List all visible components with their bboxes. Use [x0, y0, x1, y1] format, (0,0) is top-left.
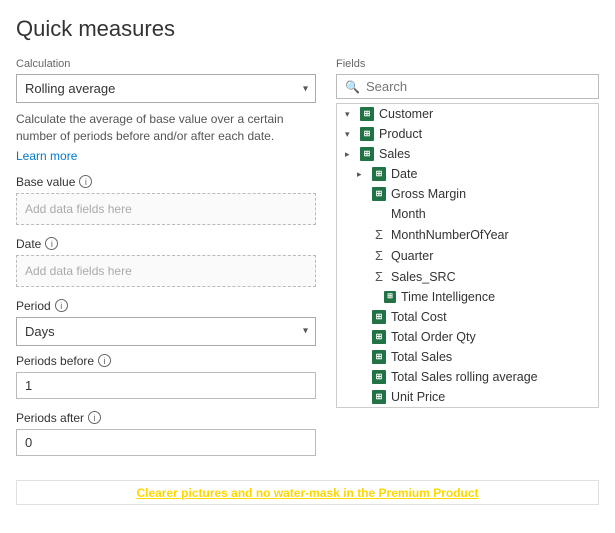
field-item-month[interactable]: Month: [337, 204, 598, 224]
period-info-icon[interactable]: i: [55, 299, 68, 312]
chevron-icon-date: ▸: [357, 169, 367, 180]
calculation-dropdown-wrapper: Rolling averageAverage per categoryWeigh…: [16, 74, 316, 103]
watermark-text: Clearer pictures and no water-mask in th…: [136, 486, 478, 500]
calculation-description: Calculate the average of base value over…: [16, 111, 316, 145]
left-panel: Calculation Rolling averageAverage per c…: [16, 58, 316, 468]
field-label-month_number: MonthNumberOfYear: [391, 228, 509, 242]
field-label-product: Product: [379, 127, 422, 141]
table-icon-sales: ⊞: [360, 147, 374, 161]
period-dropdown-wrapper: DaysWeeksMonthsYears ▾: [16, 317, 316, 346]
field-label-unit_price: Unit Price: [391, 390, 445, 404]
date-label-text: Date: [16, 237, 41, 251]
table-icon-date: ⊞: [372, 167, 386, 181]
periods-after-info-icon[interactable]: i: [88, 411, 101, 424]
chevron-icon-customer: ▾: [345, 109, 355, 120]
table-icon-gross_margin: ⊞: [372, 187, 386, 201]
periods-before-input[interactable]: [16, 372, 316, 399]
table-icon-total_sales: ⊞: [372, 350, 386, 364]
date-drop-field[interactable]: Add data fields here: [16, 255, 316, 287]
field-item-unit_price[interactable]: ⊞ Unit Price: [337, 387, 598, 407]
field-item-sales[interactable]: ▸ ⊞ Sales: [337, 144, 598, 164]
field-label-total_sales_rolling: Total Sales rolling average: [391, 370, 538, 384]
calculation-select[interactable]: Rolling averageAverage per categoryWeigh…: [16, 74, 316, 103]
field-label-sales_src: Sales_SRC: [391, 270, 456, 284]
field-label-total_sales: Total Sales: [391, 350, 452, 364]
date-info-icon[interactable]: i: [45, 237, 58, 250]
fields-search-box: 🔍: [336, 74, 599, 99]
right-panel: Fields 🔍 ▾ ⊞ Customer ▾ ⊞ Product ▸ ⊞ Sales ▸ ⊞ Dat…: [336, 58, 599, 468]
periods-before-section-label: Periods before i: [16, 354, 316, 368]
period-select[interactable]: DaysWeeksMonthsYears: [16, 317, 316, 346]
fields-list: ▾ ⊞ Customer ▾ ⊞ Product ▸ ⊞ Sales ▸ ⊞ Date ⊞ Gross M…: [336, 103, 599, 408]
calculation-label: Calculation: [16, 58, 316, 70]
learn-more-link[interactable]: Learn more: [16, 149, 316, 163]
field-item-total_sales_rolling[interactable]: ⊞ Total Sales rolling average: [337, 367, 598, 387]
base-value-drop-field[interactable]: Add data fields here: [16, 193, 316, 225]
periods-before-info-icon[interactable]: i: [98, 354, 111, 367]
period-label-text: Period: [16, 299, 51, 313]
sigma-icon-month_number: Σ: [372, 227, 386, 242]
base-value-info-icon[interactable]: i: [79, 175, 92, 188]
table-icon-total_cost: ⊞: [372, 310, 386, 324]
table-icon-unit_price: ⊞: [372, 390, 386, 404]
sigma-icon-sales_src: Σ: [372, 269, 386, 284]
chevron-icon-product: ▾: [345, 129, 355, 140]
field-item-month_number[interactable]: Σ MonthNumberOfYear: [337, 224, 598, 245]
fields-label: Fields: [336, 58, 599, 70]
small-table-icon-time_intelligence: ⊞: [384, 291, 396, 303]
field-label-total_cost: Total Cost: [391, 310, 447, 324]
field-label-customer: Customer: [379, 107, 433, 121]
period-section-label: Period i: [16, 299, 316, 313]
chevron-icon-sales: ▸: [345, 149, 355, 160]
periods-after-section-label: Periods after i: [16, 411, 316, 425]
field-item-date[interactable]: ▸ ⊞ Date: [337, 164, 598, 184]
field-item-product[interactable]: ▾ ⊞ Product: [337, 124, 598, 144]
periods-after-label-text: Periods after: [16, 411, 84, 425]
periods-before-label-text: Periods before: [16, 354, 94, 368]
field-item-total_order_qty[interactable]: ⊞ Total Order Qty: [337, 327, 598, 347]
table-icon-total_order_qty: ⊞: [372, 330, 386, 344]
table-icon-total_sales_rolling: ⊞: [372, 370, 386, 384]
field-label-gross_margin: Gross Margin: [391, 187, 466, 201]
field-item-time_intelligence[interactable]: ⊞ Time Intelligence: [337, 287, 598, 307]
field-label-time_intelligence: Time Intelligence: [401, 290, 495, 304]
field-item-gross_margin[interactable]: ⊞ Gross Margin: [337, 184, 598, 204]
field-item-total_sales[interactable]: ⊞ Total Sales: [337, 347, 598, 367]
sigma-icon-quarter: Σ: [372, 248, 386, 263]
table-icon-product: ⊞: [360, 127, 374, 141]
base-value-section-label: Base value i: [16, 175, 316, 189]
search-icon: 🔍: [345, 80, 360, 94]
search-input[interactable]: [366, 79, 590, 94]
field-item-total_cost[interactable]: ⊞ Total Cost: [337, 307, 598, 327]
base-value-label-text: Base value: [16, 175, 75, 189]
date-section-label: Date i: [16, 237, 316, 251]
periods-after-input[interactable]: [16, 429, 316, 456]
field-label-date: Date: [391, 167, 417, 181]
table-icon-customer: ⊞: [360, 107, 374, 121]
field-label-sales: Sales: [379, 147, 410, 161]
field-label-month: Month: [391, 207, 426, 221]
field-item-customer[interactable]: ▾ ⊞ Customer: [337, 104, 598, 124]
field-item-sales_src[interactable]: Σ Sales_SRC: [337, 266, 598, 287]
watermark-bar: Clearer pictures and no water-mask in th…: [16, 480, 599, 505]
field-label-total_order_qty: Total Order Qty: [391, 330, 476, 344]
field-item-quarter[interactable]: Σ Quarter: [337, 245, 598, 266]
field-label-quarter: Quarter: [391, 249, 433, 263]
page-title: Quick measures: [16, 16, 599, 42]
